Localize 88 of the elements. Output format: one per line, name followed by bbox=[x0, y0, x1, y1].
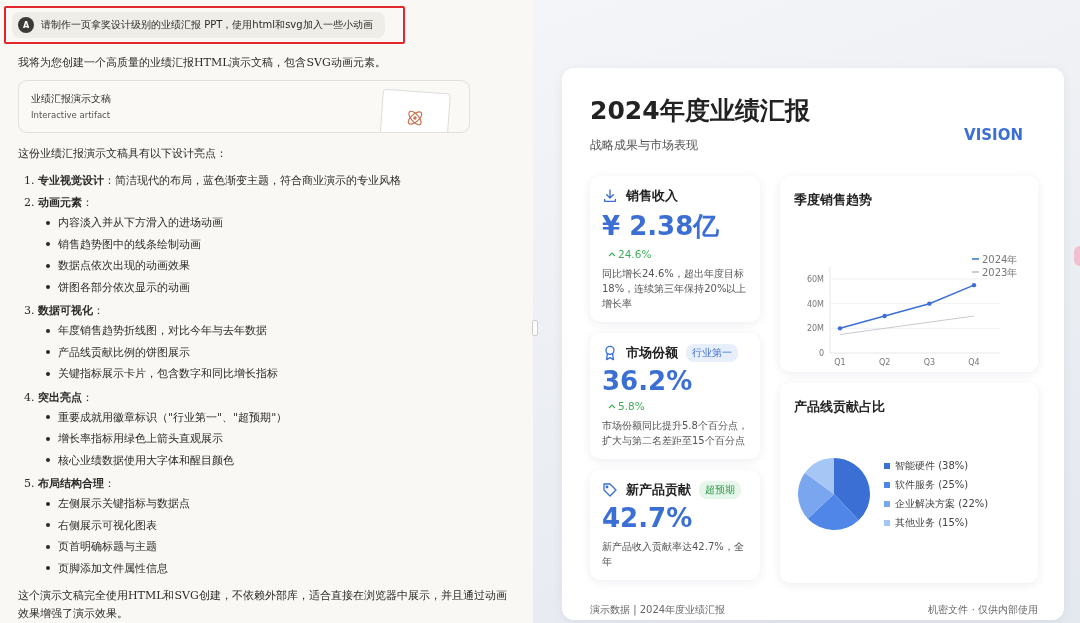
legend-label: 智能硬件 (38%) bbox=[895, 458, 969, 473]
metric-title: 市场份额 bbox=[626, 344, 678, 362]
download-icon bbox=[602, 188, 618, 204]
list-item-text: 左侧展示关键指标与数据点 bbox=[58, 496, 190, 512]
list-item-text: 页脚添加文件属性信息 bbox=[58, 560, 168, 576]
list-item-text: 右侧展示可视化图表 bbox=[58, 517, 157, 533]
list-item-text: 年度销售趋势折线图，对比今年与去年数据 bbox=[58, 323, 267, 339]
brand-text: VISION bbox=[964, 126, 1023, 144]
list-item-text: 饼图各部分依次显示的动画 bbox=[58, 279, 190, 295]
user-avatar: A bbox=[18, 17, 34, 33]
list-item-text: 核心业绩数据使用大字体和醒目颜色 bbox=[58, 452, 234, 468]
slide-title: 2024年度业绩汇报 bbox=[590, 95, 810, 127]
response-text: 这份业绩汇报演示文稿具有以下设计亮点： bbox=[18, 146, 228, 162]
metric-value: 36.2% bbox=[602, 366, 693, 396]
growth-value: 5.8% bbox=[618, 400, 645, 412]
slide-subtitle: 战略成果与市场表现 bbox=[590, 137, 699, 154]
tag-icon bbox=[602, 482, 618, 498]
legend-swatch bbox=[884, 462, 890, 469]
bullet-icon bbox=[46, 371, 50, 376]
bullet-icon bbox=[46, 220, 50, 225]
legend-label: 其他业务 (15%) bbox=[895, 515, 969, 530]
legend-swatch bbox=[884, 500, 890, 507]
footer-text: 机密文件 · 仅供内部使用 bbox=[928, 603, 1038, 617]
y-tick-label: 60M bbox=[806, 275, 824, 284]
legend-swatch bbox=[884, 519, 890, 526]
metric-description: 新产品收入贡献率达42.7%，全年 bbox=[602, 540, 745, 569]
list-item-text: 3. 数据可视化： bbox=[24, 303, 105, 319]
response-text: 我将为您创建一个高质量的业绩汇报HTML演示文稿，包含SVG动画元素。 bbox=[18, 55, 387, 71]
data-point bbox=[927, 301, 932, 306]
list-item-text: 增长率指标用绿色上箭头直观展示 bbox=[58, 431, 223, 447]
y-tick-label: 20M bbox=[806, 324, 824, 334]
legend-label: 软件服务 (25%) bbox=[895, 477, 969, 492]
artifact-card[interactable]: 业绩汇报演示文稿 Interactive artifact bbox=[18, 80, 470, 133]
legend-swatch bbox=[884, 481, 890, 488]
legend-label: 2023年 bbox=[982, 267, 1018, 278]
chart-title: 季度销售趋势 bbox=[794, 192, 873, 209]
list-item-text: 内容淡入并从下方滑入的进场动画 bbox=[58, 215, 223, 231]
metric-description: 市场份额同比提升5.8个百分点，扩大与第二名差距至15个百分点 bbox=[602, 419, 748, 448]
metric-title: 新产品贡献 bbox=[626, 481, 691, 499]
metric-value: ¥ 2.38亿 bbox=[602, 210, 720, 243]
y-tick-label: 0 bbox=[818, 349, 824, 358]
chart-title: 产品线贡献占比 bbox=[794, 399, 886, 416]
list-item-text: 销售趋势图中的线条绘制动画 bbox=[58, 236, 201, 252]
message-text: 请制作一页拿奖设计级别的业绩汇报 PPT，使用html和svg加入一些小动画 bbox=[41, 18, 373, 32]
bullet-icon bbox=[46, 566, 50, 571]
metric-badge: 行业第一 bbox=[686, 344, 738, 362]
bullet-icon bbox=[46, 328, 50, 333]
list-item-text: 页首明确标题与主题 bbox=[58, 539, 157, 555]
list-item-text: 5. 布局结构合理： bbox=[24, 476, 116, 492]
metric-value: 42.7% bbox=[602, 503, 693, 533]
bullet-icon bbox=[46, 544, 50, 549]
bullet-icon bbox=[46, 523, 50, 528]
data-point bbox=[837, 326, 843, 331]
chevron-up-icon bbox=[608, 251, 616, 257]
bullet-icon bbox=[46, 350, 50, 355]
x-tick-label: Q1 bbox=[834, 358, 846, 367]
artifact-subtitle: Interactive artifact bbox=[31, 110, 111, 120]
metric-title: 销售收入 bbox=[626, 187, 678, 205]
growth-value: 24.6% bbox=[618, 248, 652, 260]
legend-label: 企业解决方案 (22%) bbox=[895, 496, 989, 511]
chevron-up-icon bbox=[608, 403, 616, 409]
list-item-text: 数据点依次出现的动画效果 bbox=[58, 258, 190, 274]
bullet-icon bbox=[46, 501, 50, 506]
response-text: 这个演示文稿完全使用HTML和SVG创建，不依赖外部库，适合直接在浏览器中展示，并且通过动画效果增强了演示效果。 bbox=[18, 588, 507, 622]
bullet-icon bbox=[46, 285, 50, 290]
metric-badge: 超预期 bbox=[699, 481, 741, 499]
bullet-icon bbox=[46, 263, 50, 268]
list-item-text: 1. 专业视觉设计：简洁现代的布局，蓝色渐变主题，符合商业演示的专业风格 bbox=[24, 173, 402, 189]
ribbon-icon bbox=[602, 345, 618, 361]
data-point bbox=[882, 313, 887, 319]
metric-description: 同比增长24.6%，超出年度目标18%，连续第三年保持20%以上增长率 bbox=[602, 267, 748, 311]
artifact-title: 业绩汇报演示文稿 bbox=[31, 93, 111, 106]
bullet-icon bbox=[46, 415, 50, 420]
list-item-text: 重要成就用徽章标识（"行业第一"、"超预期"） bbox=[58, 409, 288, 425]
legend-label: 2024年 bbox=[982, 254, 1018, 265]
bullet-icon bbox=[46, 458, 50, 463]
x-tick-label: Q2 bbox=[878, 358, 891, 367]
list-item-text: 4. 突出亮点： bbox=[24, 389, 94, 406]
y-tick-label: 40M bbox=[806, 299, 824, 309]
bullet-icon bbox=[46, 242, 50, 247]
data-point bbox=[971, 282, 977, 288]
list-item-text: 关键指标展示卡片，包含数字和同比增长指标 bbox=[58, 366, 278, 382]
footer-text: 演示数据 | 2024年度业绩汇报 bbox=[590, 603, 726, 617]
list-item-text: 2. 动画元素： bbox=[24, 195, 94, 211]
x-tick-label: Q3 bbox=[923, 358, 936, 367]
list-item-text: 产品线贡献比例的饼图展示 bbox=[58, 344, 190, 360]
bullet-icon bbox=[46, 436, 50, 441]
x-tick-label: Q4 bbox=[968, 358, 980, 367]
